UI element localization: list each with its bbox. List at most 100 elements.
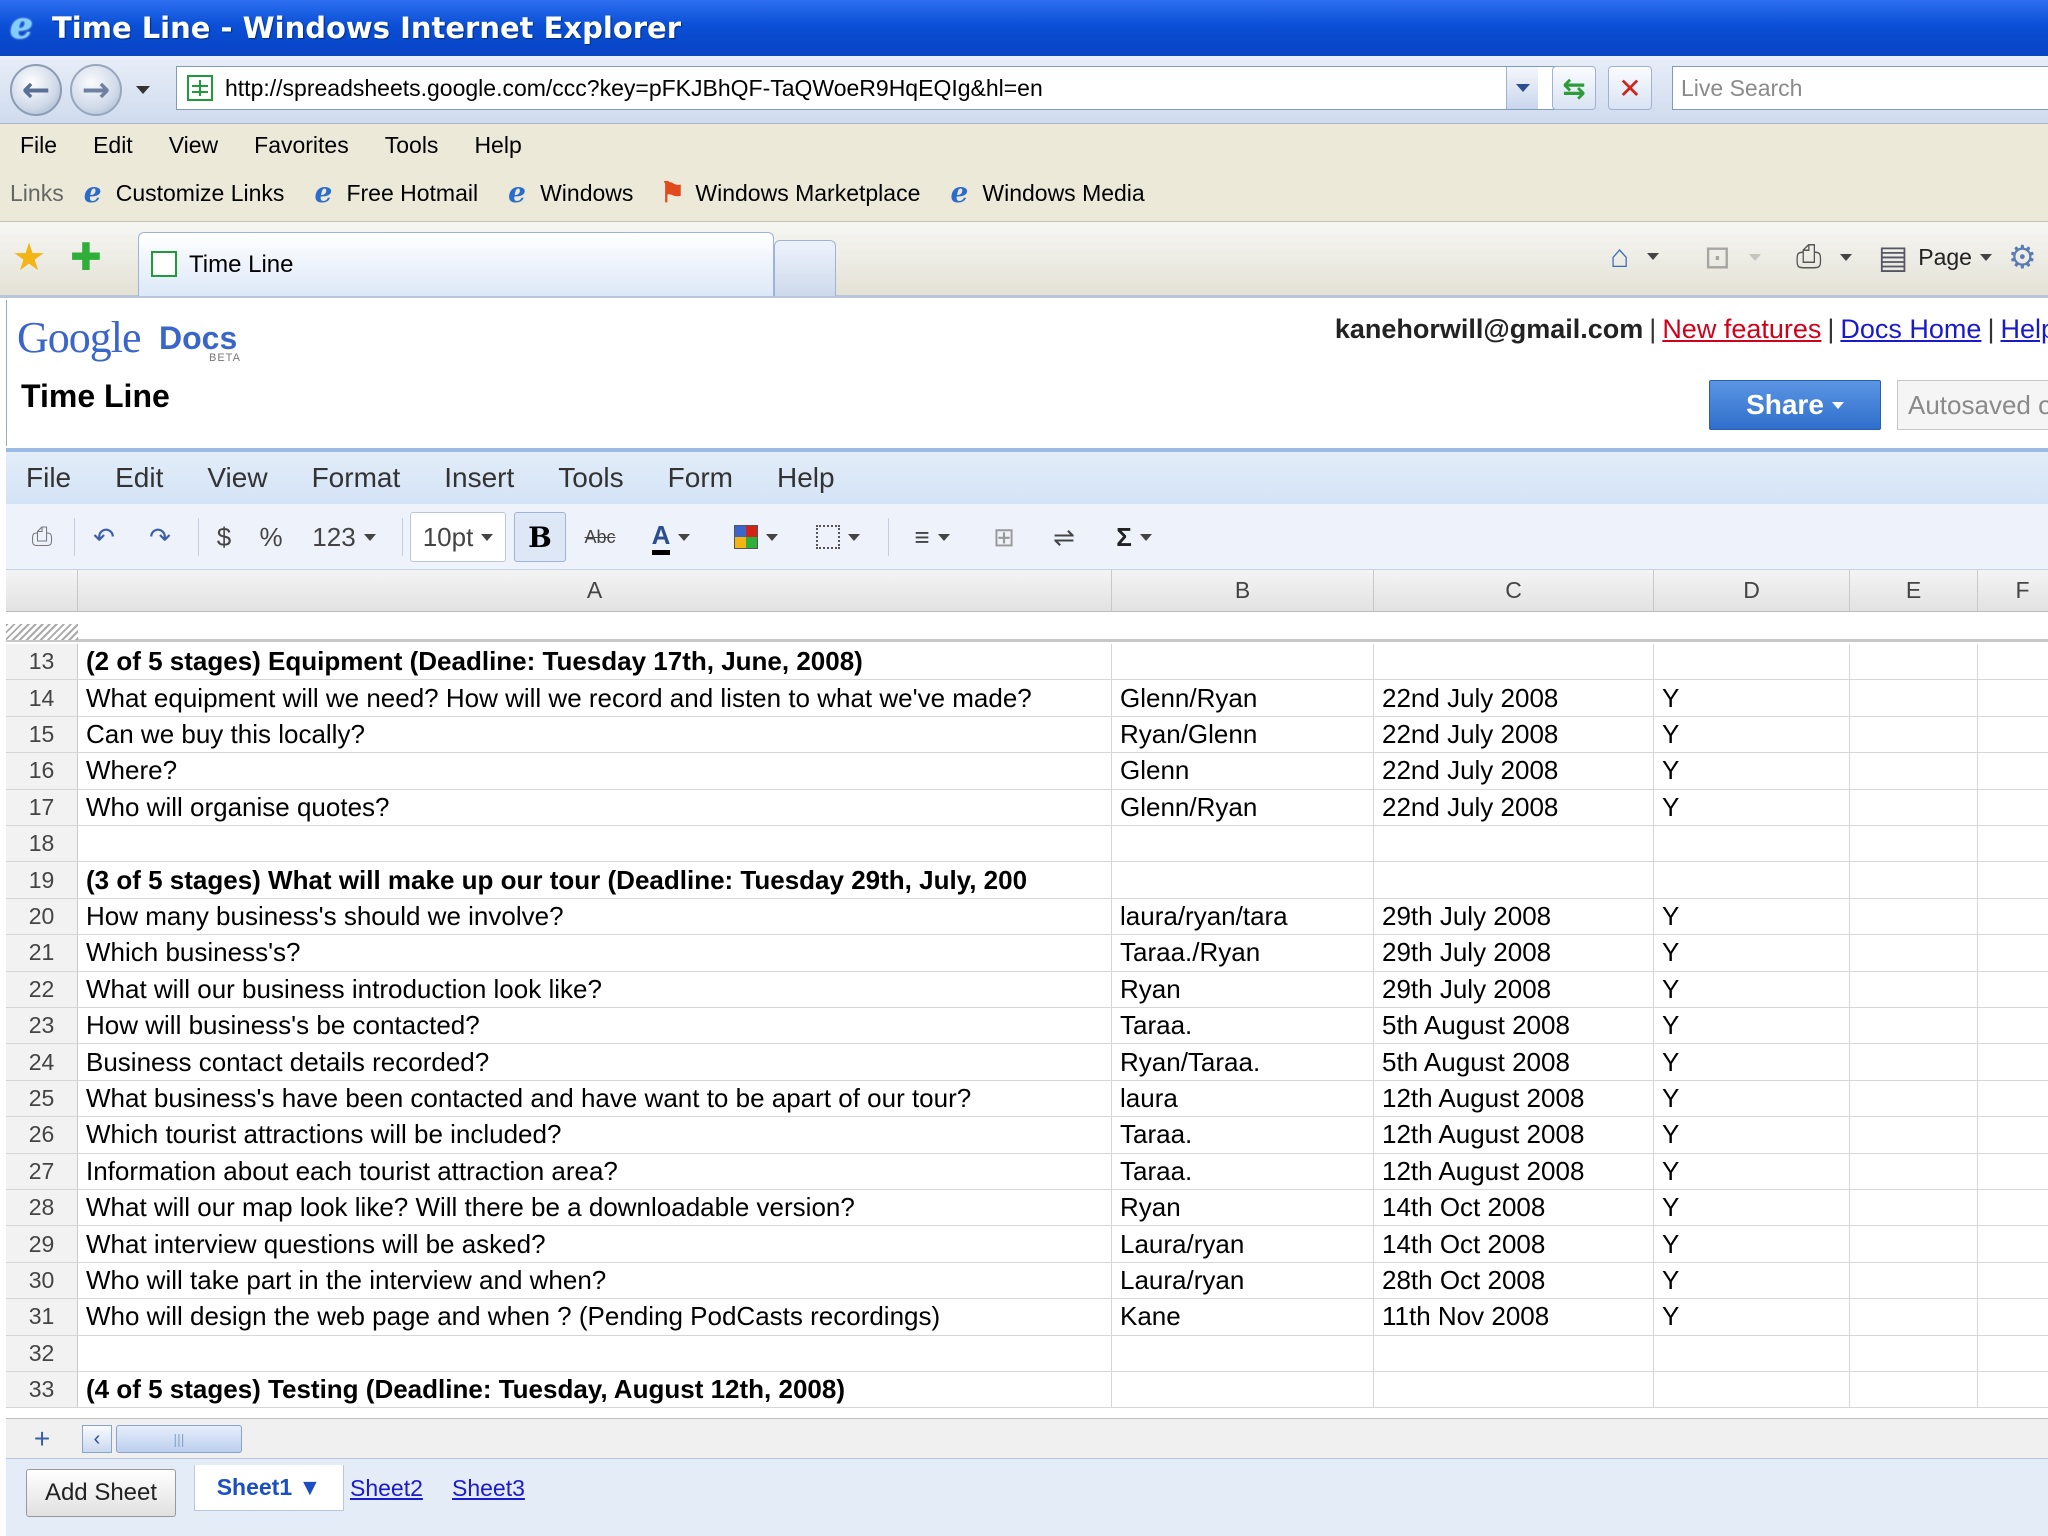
menu-favorites[interactable]: Favorites <box>254 132 349 159</box>
cell-b[interactable] <box>1112 826 1374 862</box>
cell-c[interactable] <box>1374 826 1654 862</box>
row-number[interactable]: 26 <box>6 1117 78 1153</box>
cell-e[interactable] <box>1850 898 1978 935</box>
print-button[interactable]: ⎙ <box>1796 238 1852 276</box>
cell-f[interactable] <box>1978 1190 2048 1225</box>
cell-a[interactable]: What equipment will we need? How will we… <box>78 680 1112 716</box>
link-windows-marketplace[interactable]: ⚑ Windows Marketplace <box>659 178 921 208</box>
link-windows-media[interactable]: e Windows Media <box>946 178 1144 208</box>
cell-d[interactable]: Y <box>1654 1262 1850 1299</box>
merge-cells-button[interactable]: ⊞ <box>982 512 1026 562</box>
cell-b[interactable]: Taraa. <box>1112 1008 1374 1044</box>
print-sheet-button[interactable]: ⎙ <box>20 512 64 562</box>
cell-f[interactable] <box>1978 899 2048 934</box>
cell-f[interactable] <box>1978 1263 2048 1298</box>
cell-a[interactable] <box>78 1335 1112 1371</box>
cell-f[interactable] <box>1978 717 2048 752</box>
add-favorite-icon[interactable]: ✚ <box>70 238 102 278</box>
row-number[interactable]: 16 <box>6 753 78 789</box>
cell-b[interactable]: Kane <box>1112 1299 1374 1335</box>
cell-d[interactable]: Y <box>1654 898 1850 935</box>
undo-button[interactable]: ↶ <box>82 512 126 562</box>
column-header-e[interactable]: E <box>1850 570 1978 612</box>
cell-d[interactable]: Y <box>1654 1080 1850 1117</box>
cell-c[interactable] <box>1374 644 1654 680</box>
new-tab-button[interactable] <box>774 240 836 296</box>
cell-f[interactable] <box>1978 1299 2048 1334</box>
cell-d[interactable]: Y <box>1654 1117 1850 1153</box>
cell-c[interactable]: 11th Nov 2008 <box>1374 1299 1654 1335</box>
cell-e[interactable] <box>1850 1226 1978 1262</box>
document-title[interactable]: Time Line <box>21 378 170 415</box>
cell-e[interactable] <box>1850 1335 1978 1371</box>
cell-b[interactable]: Ryan/Taraa. <box>1112 1044 1374 1080</box>
cell-f[interactable] <box>1978 1008 2048 1043</box>
cell-b[interactable]: Glenn/Ryan <box>1112 680 1374 716</box>
cell-b[interactable] <box>1112 644 1374 680</box>
cell-e[interactable] <box>1850 1262 1978 1299</box>
text-color-dropdown[interactable]: A <box>638 512 704 562</box>
cell-a[interactable]: (3 of 5 stages) What will make up our to… <box>78 862 1112 898</box>
cell-f[interactable] <box>1978 1081 2048 1116</box>
new-features-link[interactable]: New features <box>1662 314 1821 344</box>
forward-button[interactable]: → <box>70 64 122 116</box>
cell-a[interactable]: (2 of 5 stages) Equipment (Deadline: Tue… <box>78 644 1112 680</box>
cell-d[interactable] <box>1654 644 1850 680</box>
wrap-text-button[interactable]: ⇌ <box>1042 512 1086 562</box>
cell-f[interactable] <box>1978 790 2048 825</box>
cell-c[interactable]: 29th July 2008 <box>1374 898 1654 935</box>
cell-b[interactable] <box>1112 1335 1374 1371</box>
feeds-button[interactable]: ⊡ <box>1704 238 1761 276</box>
menu-edit[interactable]: Edit <box>93 132 133 159</box>
cell-c[interactable]: 12th August 2008 <box>1374 1153 1654 1189</box>
cell-e[interactable] <box>1850 644 1978 680</box>
row-number[interactable]: 15 <box>6 716 78 753</box>
cell-b[interactable]: Ryan/Glenn <box>1112 716 1374 753</box>
cell-a[interactable]: Who will design the web page and when ? … <box>78 1299 1112 1335</box>
frozen-row-divider[interactable] <box>6 612 2048 642</box>
cell-a[interactable]: (4 of 5 stages) Testing (Deadline: Tuesd… <box>78 1372 1112 1408</box>
cell-c[interactable]: 14th Oct 2008 <box>1374 1226 1654 1262</box>
cell-a[interactable]: How will business's be contacted? <box>78 1008 1112 1044</box>
cell-a[interactable]: Which tourist attractions will be includ… <box>78 1117 1112 1153</box>
menu-help[interactable]: Help <box>474 132 521 159</box>
cell-c[interactable]: 14th Oct 2008 <box>1374 1190 1654 1226</box>
row-number[interactable]: 31 <box>6 1299 78 1335</box>
redo-button[interactable]: ↷ <box>138 512 182 562</box>
cell-e[interactable] <box>1850 1117 1978 1153</box>
cell-b[interactable]: Glenn <box>1112 753 1374 789</box>
corner-header[interactable] <box>6 570 78 612</box>
cell-f[interactable] <box>1978 826 2048 861</box>
cell-b[interactable] <box>1112 862 1374 898</box>
freeze-handle[interactable] <box>6 624 78 640</box>
cell-c[interactable]: 22nd July 2008 <box>1374 753 1654 789</box>
cell-b[interactable]: Taraa. <box>1112 1117 1374 1153</box>
cell-f[interactable] <box>1978 1044 2048 1079</box>
cell-c[interactable]: 22nd July 2008 <box>1374 680 1654 716</box>
google-logo[interactable]: Google <box>17 312 142 363</box>
percent-format-button[interactable]: % <box>252 512 290 562</box>
cell-e[interactable] <box>1850 1080 1978 1117</box>
home-button[interactable]: ⌂ <box>1610 238 1660 275</box>
link-windows[interactable]: e Windows <box>504 178 633 208</box>
cell-c[interactable]: 5th August 2008 <box>1374 1044 1654 1080</box>
cell-c[interactable]: 29th July 2008 <box>1374 935 1654 971</box>
cell-b[interactable]: Taraa. <box>1112 1153 1374 1189</box>
cell-f[interactable] <box>1978 680 2048 715</box>
cell-d[interactable]: Y <box>1654 935 1850 971</box>
cell-e[interactable] <box>1850 680 1978 716</box>
cell-e[interactable] <box>1850 1008 1978 1044</box>
cell-c[interactable] <box>1374 862 1654 898</box>
cell-d[interactable]: Y <box>1654 1190 1850 1226</box>
cell-a[interactable]: What business's have been contacted and … <box>78 1080 1112 1117</box>
cell-f[interactable] <box>1978 1154 2048 1189</box>
docs-home-link[interactable]: Docs Home <box>1840 314 1981 344</box>
column-header-d[interactable]: D <box>1654 570 1850 612</box>
borders-dropdown[interactable] <box>806 512 870 562</box>
row-number[interactable]: 30 <box>6 1262 78 1299</box>
cell-a[interactable] <box>78 826 1112 862</box>
cell-a[interactable]: Business contact details recorded? <box>78 1044 1112 1080</box>
row-number[interactable]: 33 <box>6 1372 78 1408</box>
cell-d[interactable]: Y <box>1654 971 1850 1007</box>
scrollbar-thumb[interactable]: ||| <box>116 1425 242 1453</box>
